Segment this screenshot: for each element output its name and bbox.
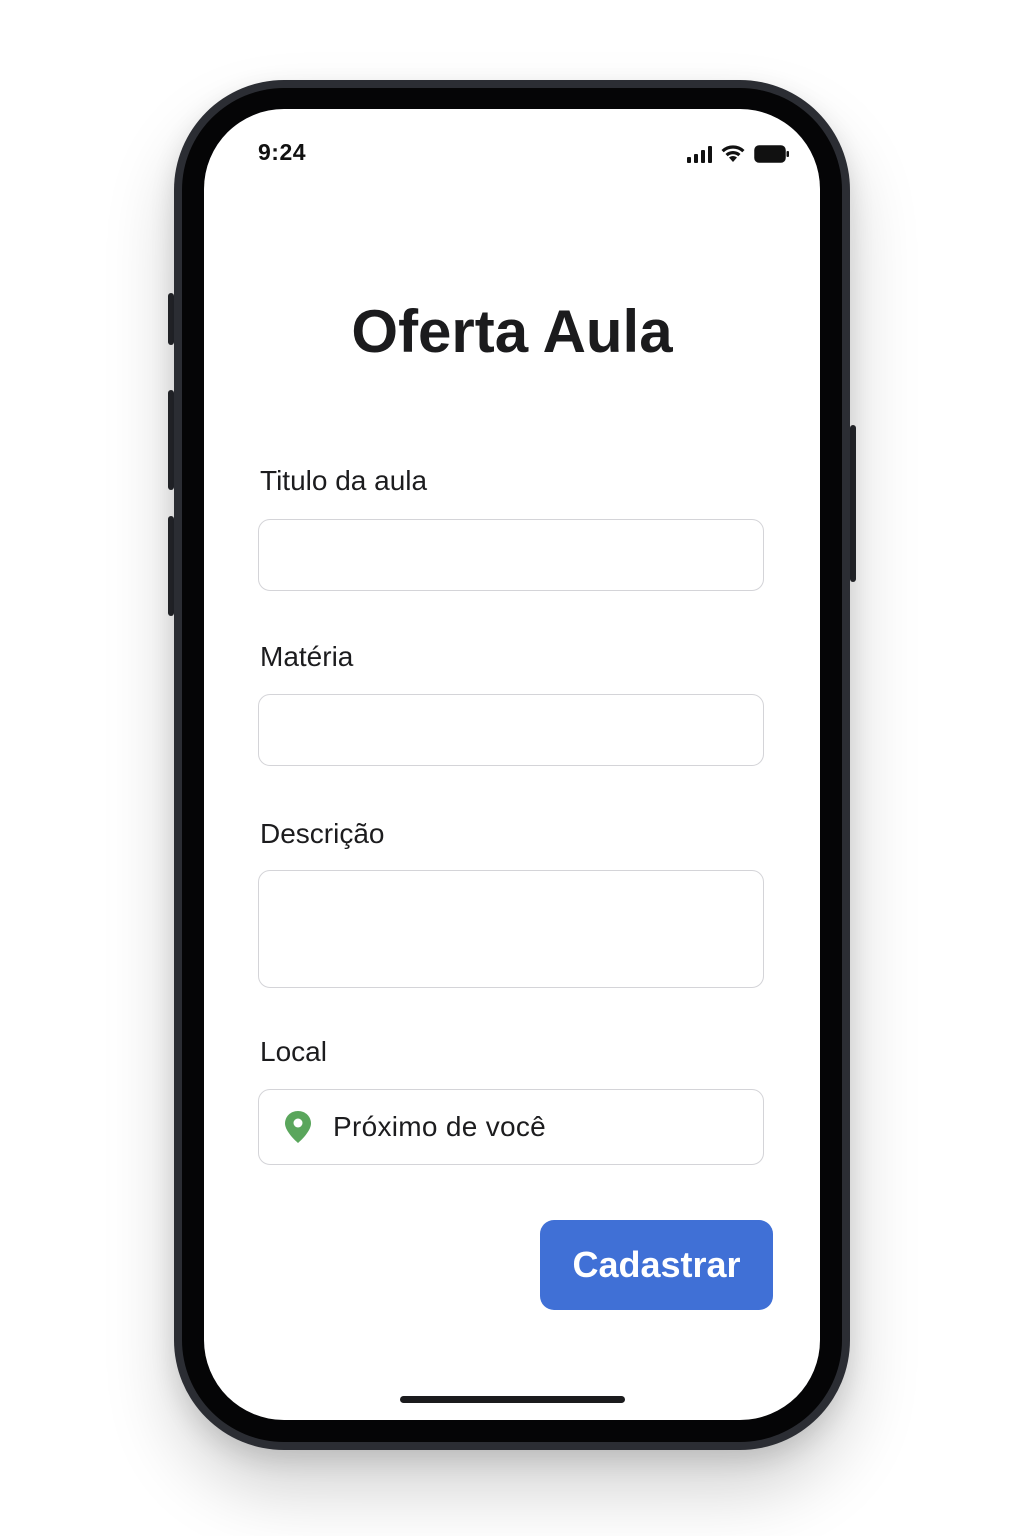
location-value: Próximo de você [333, 1111, 547, 1142]
power-button [850, 425, 856, 582]
location-pin-icon [285, 1111, 311, 1143]
submit-button[interactable]: Cadastrar [540, 1220, 773, 1310]
description-field-label: Descrição [260, 818, 385, 849]
title-input[interactable] [258, 519, 764, 591]
location-select[interactable]: Próximo de você [258, 1089, 764, 1165]
wifi-icon [720, 143, 746, 163]
page-title: Oferta Aula [351, 298, 673, 365]
page: 9:24 Oferta Aula Titulo da aula Matéria … [0, 0, 1024, 1536]
location-field-label: Local [260, 1036, 327, 1067]
phone-screen: 9:24 Oferta Aula Titulo da aula Matéria … [204, 109, 820, 1420]
status-icons [687, 141, 790, 163]
description-textarea[interactable] [258, 870, 764, 988]
status-time: 9:24 [258, 139, 307, 165]
cellular-signal-icon [687, 145, 712, 163]
subject-input[interactable] [258, 694, 764, 766]
title-field-label: Titulo da aula [260, 465, 428, 496]
subject-field-label: Matéria [260, 641, 354, 672]
battery-icon [754, 145, 790, 163]
home-indicator[interactable] [400, 1396, 625, 1403]
